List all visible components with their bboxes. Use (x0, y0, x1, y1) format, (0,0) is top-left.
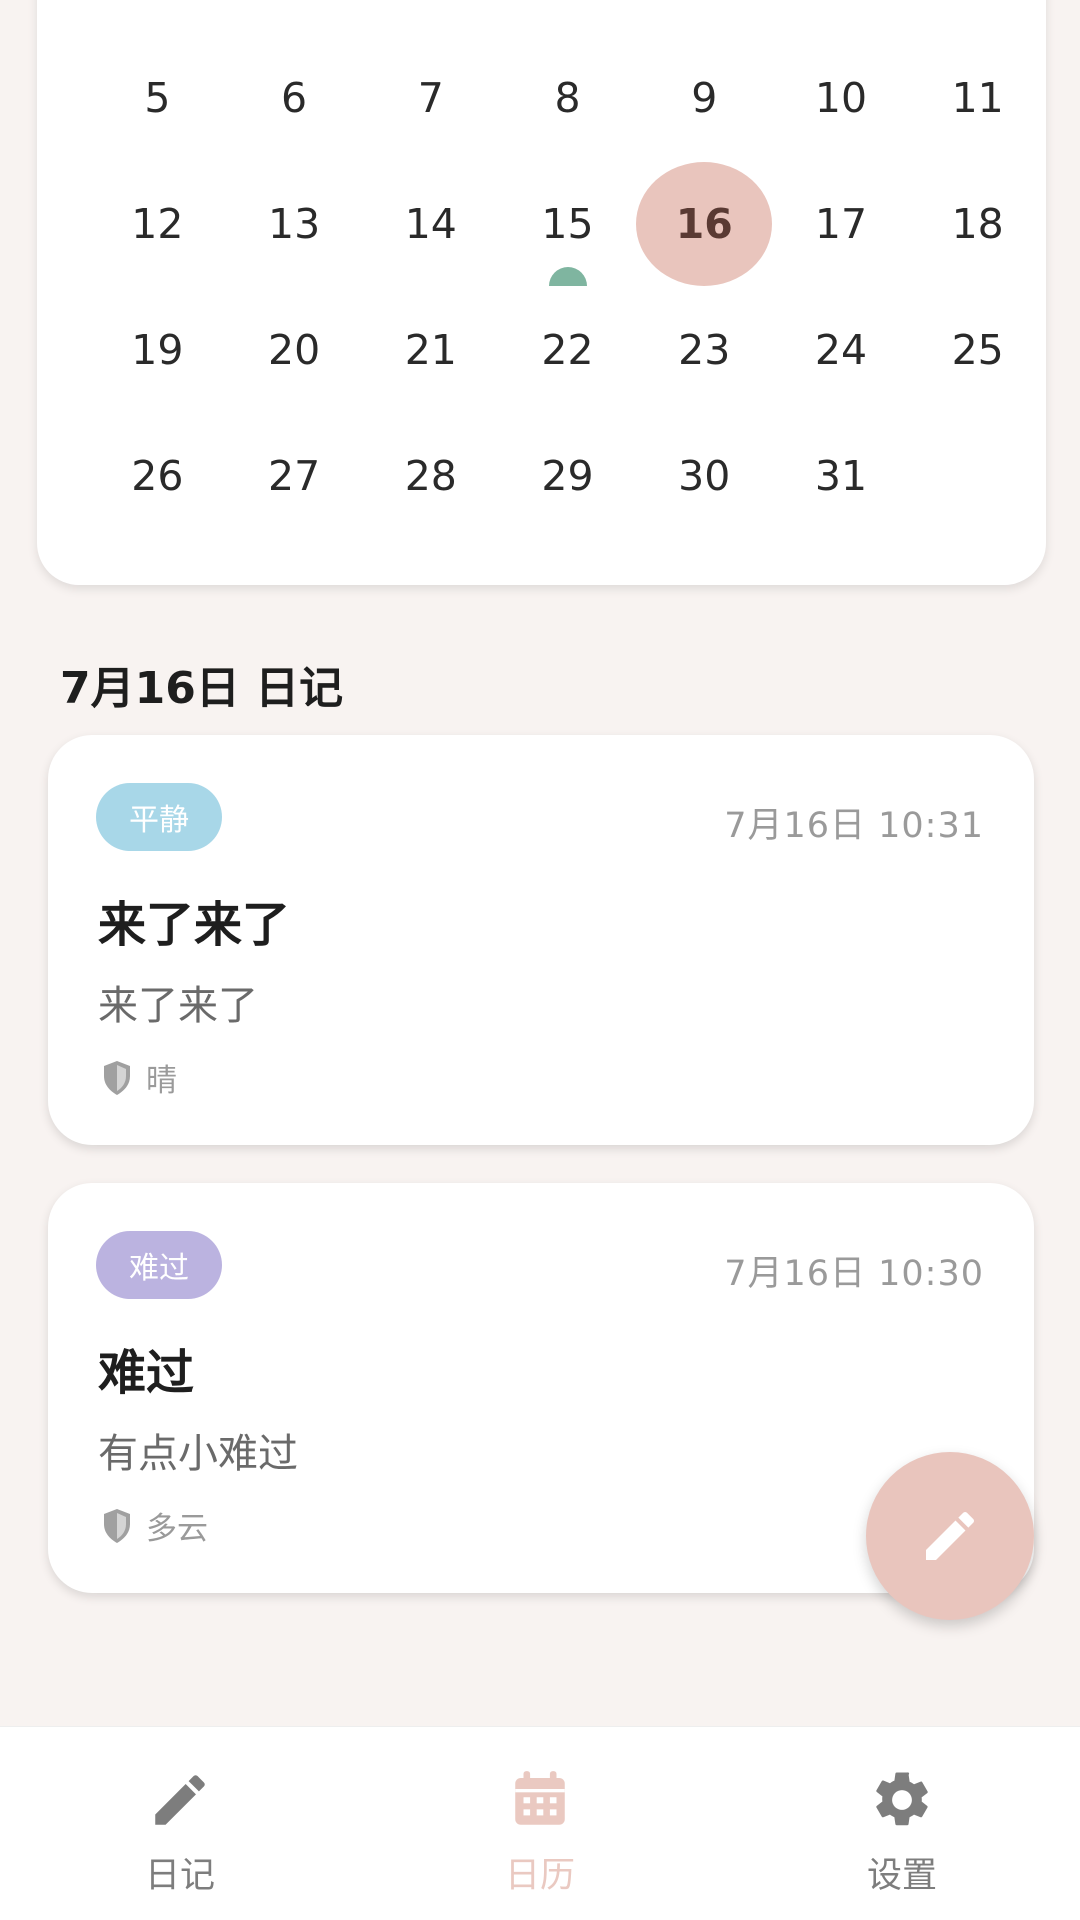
calendar-day-marked[interactable]: 15 (499, 174, 636, 286)
entry-title: 来了来了 (98, 897, 291, 953)
calendar-day[interactable]: 21 (362, 300, 499, 400)
calendar-day[interactable]: 18 (909, 174, 1046, 274)
entry-time: 7月16日 10:30 (724, 1254, 984, 1294)
diary-entry-card[interactable]: 平静 7月16日 10:31 来了来了 来了来了 晴 (48, 735, 1034, 1145)
calendar-day[interactable]: 12 (89, 174, 226, 274)
app-screen: 1 2 3 4 5 6 7 8 9 10 11 12 13 14 15 16 1… (0, 0, 1080, 1920)
mood-tag: 难过 (96, 1231, 222, 1299)
mood-tag: 平静 (96, 783, 222, 851)
calendar-day[interactable]: 17 (773, 174, 910, 274)
entry-body: 来了来了 (98, 983, 258, 1029)
calendar-day[interactable]: 6 (226, 48, 363, 148)
nav-label: 日历 (504, 1856, 575, 1896)
pencil-icon (155, 1775, 205, 1825)
entry-title: 难过 (98, 1345, 195, 1401)
section-title: 7月16日 日记 (60, 663, 344, 714)
nav-label: 设置 (866, 1856, 937, 1896)
calendar-day[interactable]: 11 (909, 48, 1046, 148)
entry-weather: 多云 (102, 1503, 208, 1548)
weather-label: 晴 (146, 1063, 177, 1099)
entry-weather: 晴 (102, 1055, 177, 1100)
calendar-day[interactable]: 19 (89, 300, 226, 400)
calendar-day[interactable]: 8 (499, 48, 636, 148)
calendar-card: 1 2 3 4 5 6 7 8 9 10 11 12 13 14 15 16 1… (37, 0, 1046, 585)
entry-marker-dot (548, 267, 587, 286)
new-entry-fab[interactable] (866, 1452, 1034, 1620)
calendar-day[interactable]: 24 (773, 300, 910, 400)
calendar-week-row: 26 27 28 29 30 31 (37, 426, 1046, 526)
calendar-day[interactable]: 28 (362, 426, 499, 526)
calendar-icon (515, 1771, 565, 1825)
weather-label: 多云 (146, 1511, 208, 1547)
calendar-week-row: 12 13 14 15 16 17 18 (37, 174, 1046, 286)
calendar-day[interactable]: 25 (909, 300, 1046, 400)
calendar-day[interactable]: 31 (773, 426, 910, 526)
calendar-day[interactable]: 27 (226, 426, 363, 526)
calendar-day[interactable]: 14 (362, 174, 499, 274)
calendar-day[interactable]: 23 (636, 300, 773, 400)
nav-item-diary[interactable]: 日记 (80, 1767, 280, 1898)
calendar-day[interactable]: 5 (89, 48, 226, 148)
bottom-nav: 日记 日历 设置 (0, 1726, 1080, 1920)
entry-body: 有点小难过 (98, 1431, 298, 1477)
shield-icon (104, 1060, 130, 1095)
nav-item-settings[interactable]: 设置 (802, 1767, 1002, 1898)
entry-time: 7月16日 10:31 (724, 806, 984, 846)
calendar-day[interactable]: 22 (499, 300, 636, 400)
calendar-day-empty (909, 426, 1046, 526)
calendar-day[interactable]: 7 (362, 48, 499, 148)
nav-label: 日记 (144, 1856, 215, 1896)
shield-icon (104, 1508, 130, 1543)
calendar-day[interactable]: 30 (636, 426, 773, 526)
calendar-day[interactable]: 26 (89, 426, 226, 526)
calendar-day[interactable]: 10 (773, 48, 910, 148)
calendar-day[interactable]: 29 (499, 426, 636, 526)
calendar-day[interactable]: 9 (636, 48, 773, 148)
calendar-day-selected[interactable]: 16 (636, 174, 773, 274)
calendar-week-row: 19 20 21 22 23 24 25 (37, 300, 1046, 400)
calendar-week-row: 5 6 7 8 9 10 11 (37, 48, 1046, 148)
gear-icon (876, 1772, 928, 1826)
calendar-day[interactable]: 13 (226, 174, 363, 274)
nav-item-calendar[interactable]: 日历 (440, 1767, 640, 1898)
pencil-icon (926, 1511, 975, 1560)
calendar-day[interactable]: 20 (226, 300, 363, 400)
